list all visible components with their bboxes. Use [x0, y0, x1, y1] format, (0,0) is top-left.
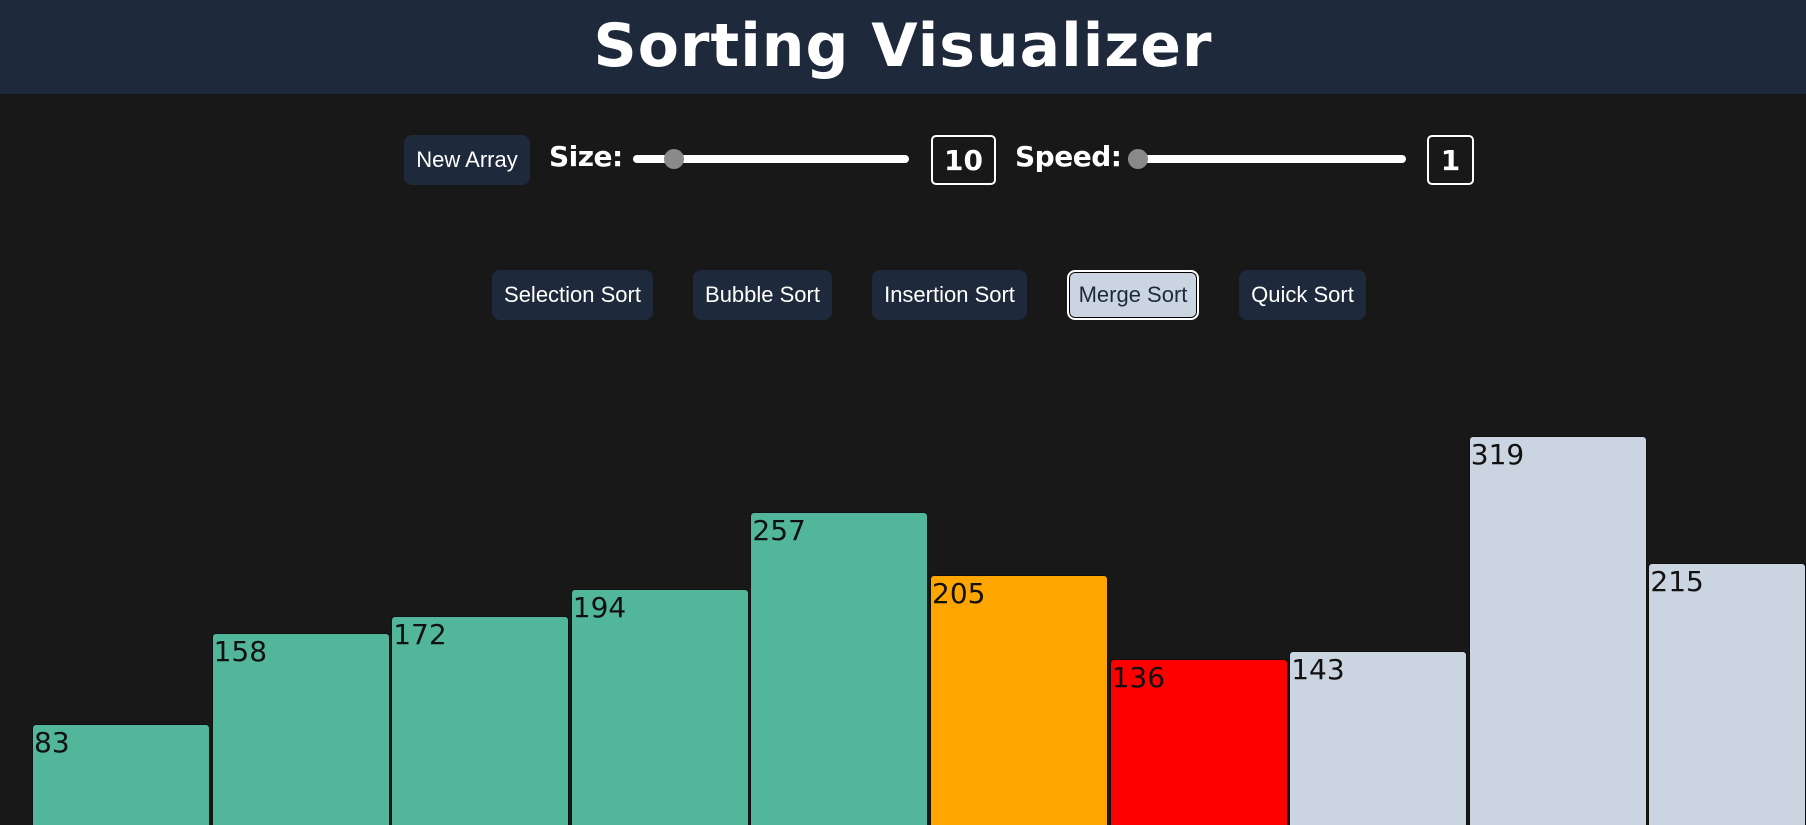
array-bar-value: 172 [393, 617, 447, 651]
insertion-sort-button[interactable]: Insertion Sort [872, 270, 1027, 320]
array-bar-value: 194 [572, 590, 627, 624]
speed-value-box: 1 [1427, 135, 1474, 185]
array-bar: 257 [750, 511, 929, 825]
array-bar: 205 [930, 575, 1108, 825]
array-bar: 136 [1109, 659, 1288, 825]
array-bar-value: 319 [1470, 438, 1525, 472]
array-bar-value: 215 [1650, 565, 1704, 599]
size-slider-thumb[interactable] [663, 149, 684, 169]
speed-label: Speed: [1015, 140, 1122, 173]
speed-slider-thumb[interactable] [1128, 149, 1148, 169]
array-bar: 215 [1648, 563, 1806, 825]
app-header: Sorting Visualizer [0, 0, 1806, 94]
array-bar-value: 205 [932, 577, 986, 611]
new-array-button[interactable]: New Array [404, 135, 530, 185]
array-bar-value: 257 [752, 513, 806, 547]
size-label: Size: [549, 140, 623, 173]
selection-sort-button[interactable]: Selection Sort [492, 270, 653, 320]
array-bar: 143 [1289, 650, 1468, 825]
array-bar-value: 158 [213, 634, 268, 668]
speed-slider-track[interactable] [1128, 155, 1406, 163]
page-title: Sorting Visualizer [593, 11, 1213, 81]
array-bar-value: 143 [1291, 652, 1345, 686]
array-bar: 172 [391, 615, 570, 825]
array-bar-value: 136 [1111, 661, 1166, 695]
array-bar: 319 [1468, 436, 1647, 825]
quick-sort-button[interactable]: Quick Sort [1239, 270, 1366, 320]
merge-sort-button[interactable]: Merge Sort [1067, 270, 1199, 320]
bubble-sort-button[interactable]: Bubble Sort [693, 270, 832, 320]
size-value-box: 10 [931, 135, 996, 185]
array-bar-value: 83 [34, 725, 70, 759]
array-bar: 194 [570, 588, 749, 825]
array-bar: 83 [32, 723, 210, 825]
array-bar: 158 [211, 632, 390, 825]
